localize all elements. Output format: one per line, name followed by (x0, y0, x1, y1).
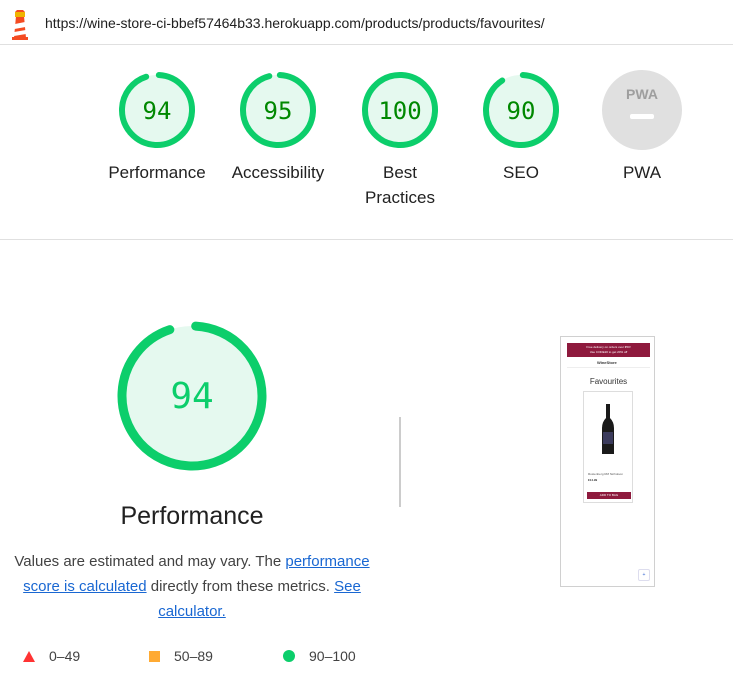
gauge-label: PWA (622, 163, 662, 182)
final-screenshot[interactable]: Free delivery on orders over €50! Use CO… (560, 336, 655, 587)
screenshot-product-card: Rustenberg RM Nicholson €14.99 ADD TO BA… (583, 391, 633, 503)
screenshot-fab-icon: + (638, 569, 650, 581)
fail-triangle-icon (23, 650, 35, 662)
report-url-link[interactable]: https://wine-store-ci-bbef57464b33.herok… (45, 15, 545, 31)
gauge-score: 94 (143, 97, 172, 125)
gauge-pwa[interactable]: PWA PWA (582, 70, 702, 185)
url-bar: https://wine-store-ci-bbef57464b33.herok… (0, 0, 733, 45)
pass-circle-icon (283, 650, 295, 662)
category-gauges: 94 Performance 95 Accessibility 100 Best… (0, 45, 733, 240)
screenshot-product-price: €14.99 (588, 478, 598, 482)
gauge-ring-accessibility: 95 (240, 72, 316, 148)
legend-range-average: 50–89 (174, 648, 213, 664)
gauge-score: 90 (507, 97, 536, 125)
legend-range-fail: 0–49 (49, 648, 81, 664)
vertical-divider (399, 417, 401, 507)
gauge-label: Best Practices (365, 163, 435, 207)
gauge-label: Performance (108, 163, 206, 182)
performance-score: 94 (170, 376, 213, 417)
gauge-score: 100 (378, 97, 421, 125)
pwa-badge-icon: PWA (602, 70, 682, 150)
gauge-ring-seo: 90 (483, 72, 559, 148)
legend-pass: 90–100 (283, 648, 356, 664)
screenshot-product-info: Rustenberg RM Nicholson €14.99 (588, 472, 623, 482)
average-square-icon (149, 650, 160, 662)
screenshot-page-title: Favourites (589, 377, 628, 386)
gauge-best-practices[interactable]: 100 Best Practices (340, 70, 460, 210)
desc-prefix: Values are estimated and may vary. The (14, 553, 286, 570)
gauge-label: Accessibility (231, 163, 325, 182)
gauge-score: 95 (264, 97, 293, 125)
gauge-label: SEO (503, 163, 539, 182)
performance-title: Performance (120, 502, 264, 530)
gauge-ring-best-practices: 100 (362, 72, 438, 148)
screenshot-banner: Free delivery on orders over €50! Use CO… (567, 343, 650, 357)
performance-big-gauge: 94 (117, 321, 267, 471)
gauge-performance[interactable]: 94 Performance (97, 70, 217, 185)
gauge-accessibility[interactable]: 95 Accessibility (218, 70, 338, 185)
banner-line-2: Use CODE20 to get 20% off (589, 350, 628, 354)
legend-range-pass: 90–100 (309, 648, 356, 664)
screenshot-product-name: Rustenberg RM Nicholson (588, 472, 624, 476)
screenshot-navbar: WineStore (567, 357, 650, 368)
pwa-badge-text: PWA (626, 86, 658, 102)
screenshot-add-to-bag-button: ADD TO BAG (587, 492, 631, 499)
wine-bottle-icon (602, 404, 614, 454)
performance-description: Values are estimated and may vary. The p… (8, 549, 376, 624)
gauge-ring-performance: 94 (119, 72, 195, 148)
screenshot-brand: WineStore (597, 360, 617, 365)
desc-middle: directly from these metrics. (146, 578, 335, 595)
legend-fail: 0–49 (23, 648, 80, 664)
gauge-seo[interactable]: 90 SEO (461, 70, 581, 185)
legend-average: 50–89 (149, 648, 213, 664)
lighthouse-logo-icon (12, 10, 28, 40)
